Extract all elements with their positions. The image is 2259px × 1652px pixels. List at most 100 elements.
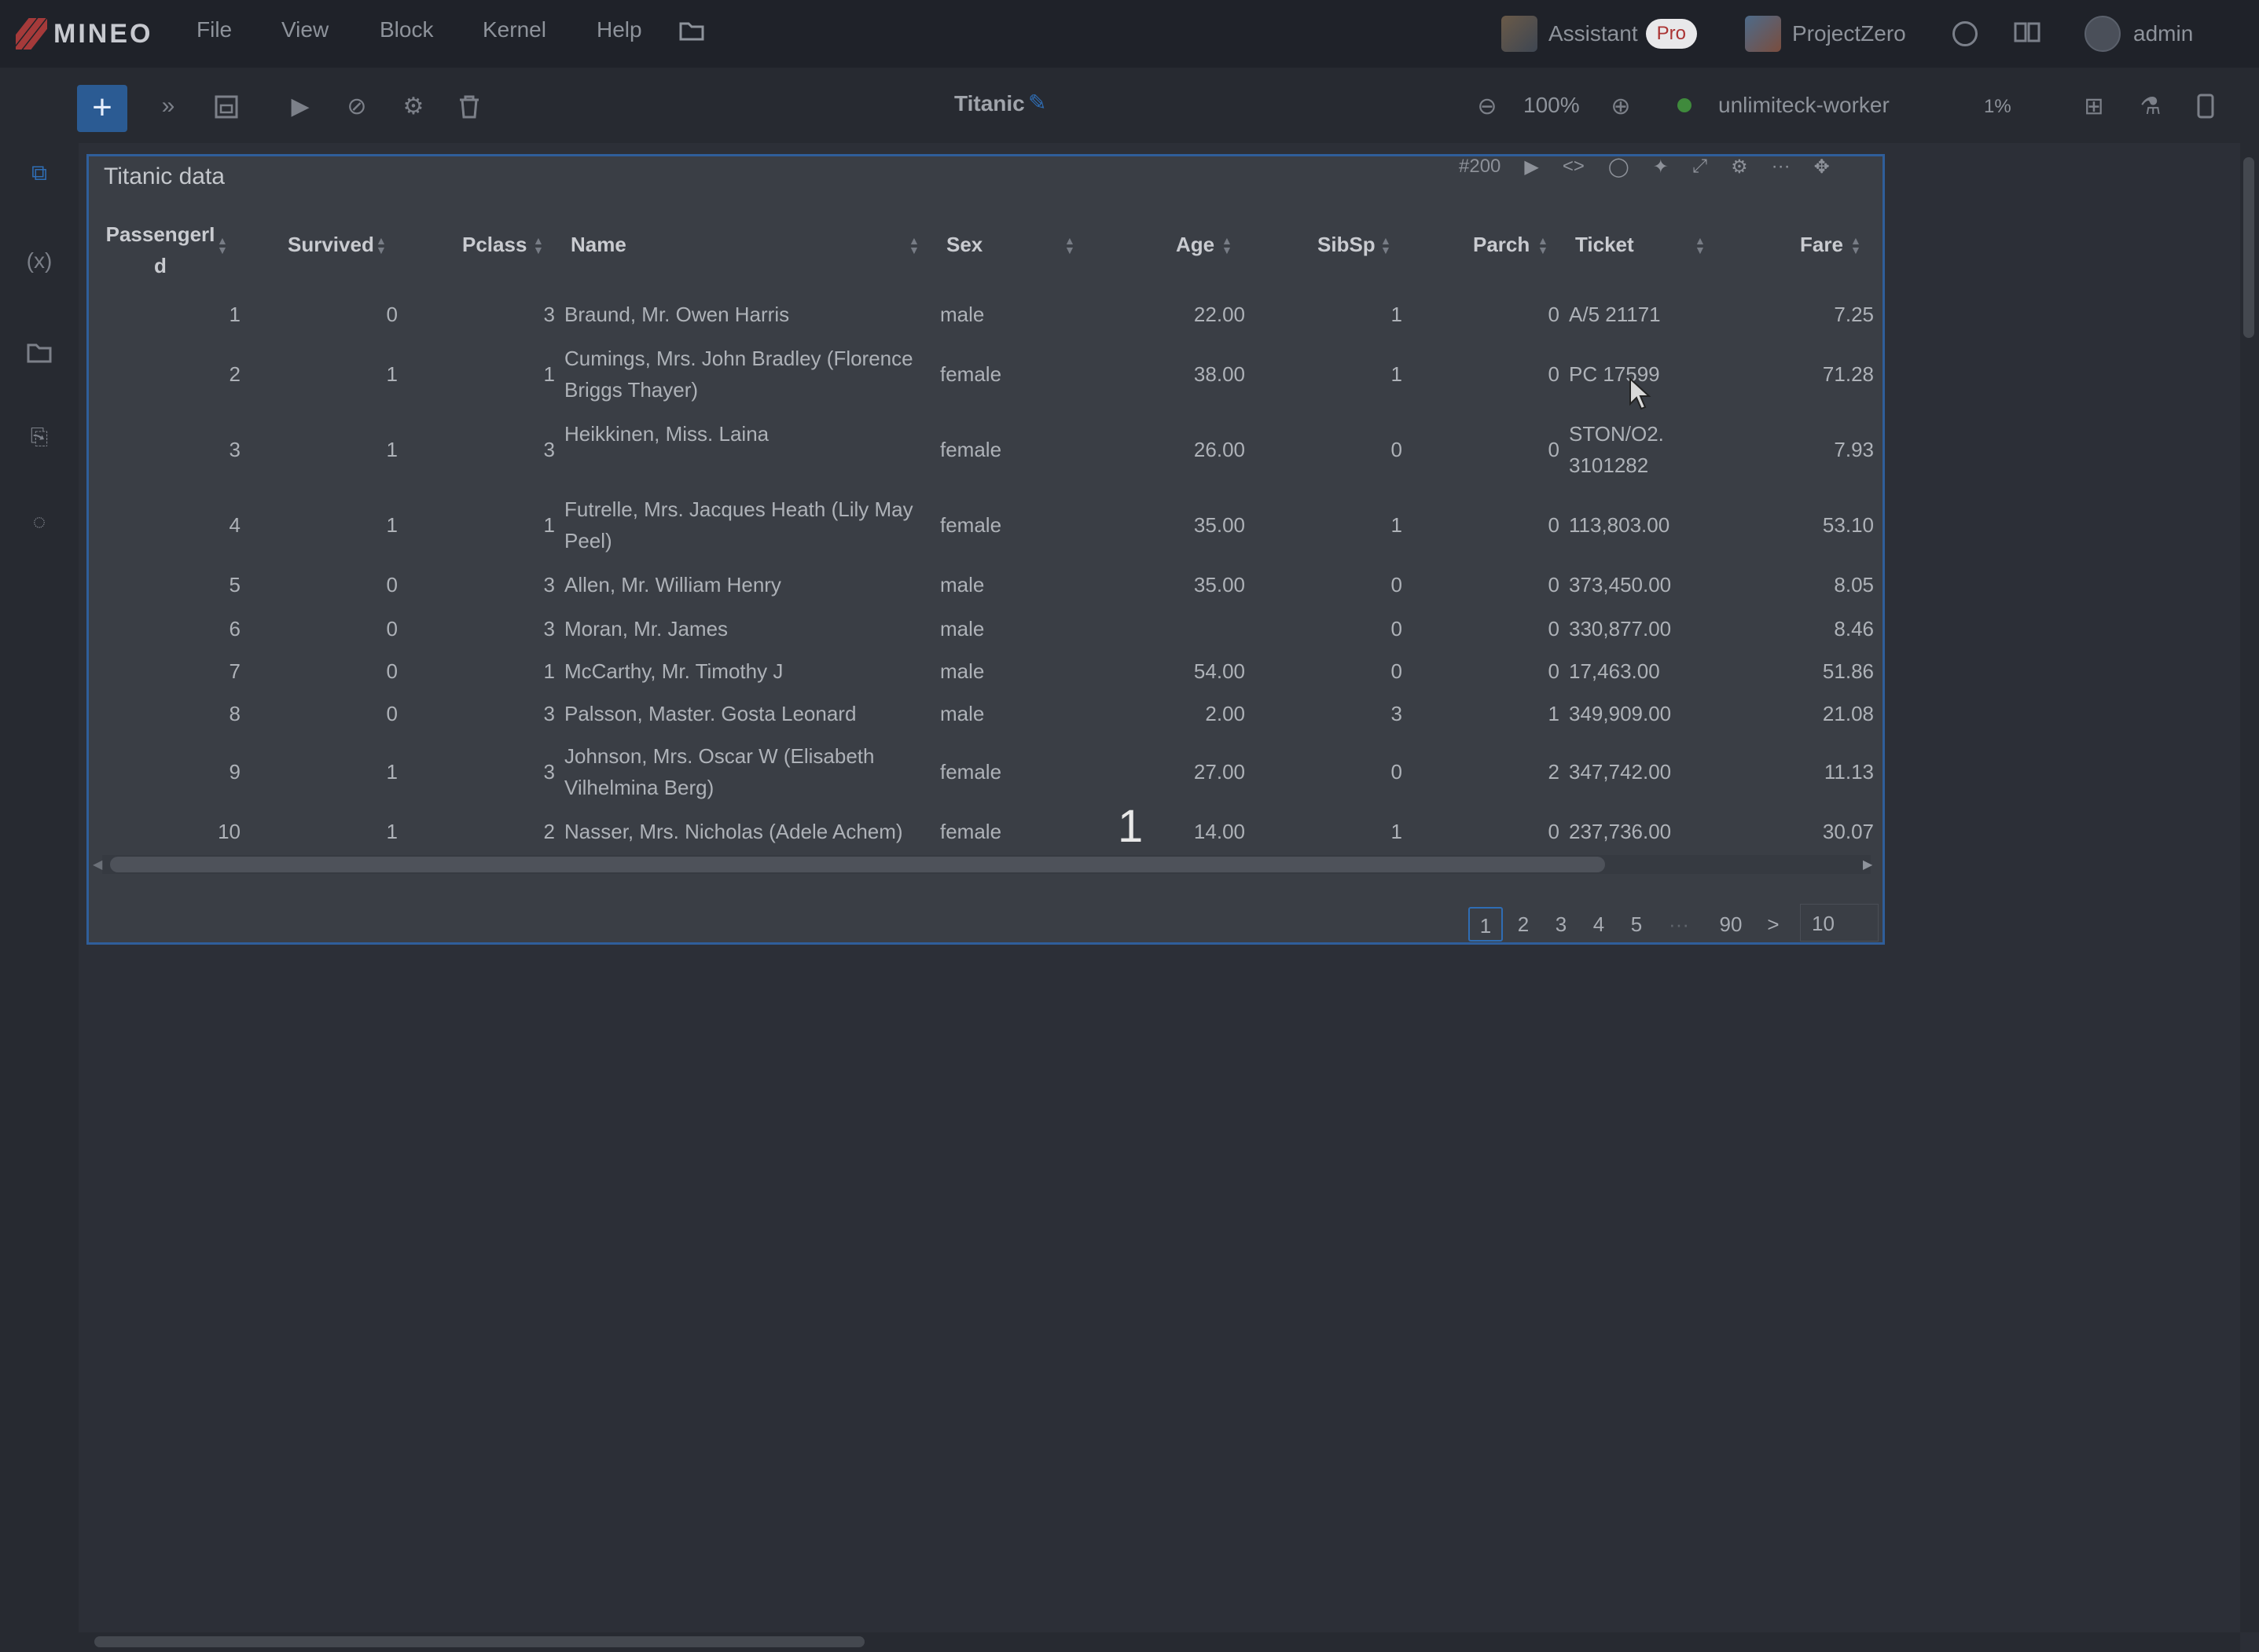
column-header-survived[interactable]: Survived: [288, 233, 374, 257]
page-size-select[interactable]: 10: [1800, 904, 1879, 942]
page-2[interactable]: 2: [1506, 907, 1541, 942]
zoom-out-icon[interactable]: ⊖: [1471, 93, 1503, 120]
trash-icon[interactable]: [457, 94, 481, 119]
add-block-button[interactable]: +: [77, 85, 127, 132]
settings-gear-icon[interactable]: ⚙: [398, 93, 429, 120]
column-header-name[interactable]: Name: [571, 233, 626, 257]
sort-parch-icon[interactable]: ▲ ▼: [1537, 235, 1548, 255]
stop-run-icon[interactable]: ⊘: [341, 93, 373, 120]
app-logo[interactable]: MINEO: [16, 16, 152, 52]
cell-passengerid: 4: [229, 513, 241, 537]
column-header-passengerid[interactable]: PassengerI d: [105, 218, 215, 281]
scroll-left-arrow-icon[interactable]: ◀: [93, 857, 102, 872]
blocks-panel-icon[interactable]: ⧉: [24, 160, 55, 186]
page-last[interactable]: 90: [1714, 907, 1748, 942]
column-header-pclass[interactable]: Pclass: [462, 233, 527, 257]
variables-icon[interactable]: (x): [24, 248, 55, 273]
project-selector[interactable]: ProjectZero: [1745, 13, 1906, 55]
page-1[interactable]: 1: [1468, 907, 1503, 942]
cell-survived: 0: [386, 702, 398, 725]
sort-pclass-icon[interactable]: ▲ ▼: [533, 235, 544, 255]
column-header-age[interactable]: Age: [1176, 233, 1214, 257]
canvas-horizontal-scroll-thumb[interactable]: [94, 1636, 865, 1647]
notebook-title[interactable]: Titanic: [954, 91, 1025, 116]
worker-name[interactable]: unlimiteck-worker: [1718, 93, 1890, 118]
cell-age: 35.00: [1193, 513, 1245, 537]
save-icon[interactable]: [214, 94, 239, 119]
menu-file[interactable]: File: [197, 17, 232, 42]
canvas-vertical-scrollbar[interactable]: [2240, 143, 2259, 1632]
run-icon[interactable]: ▶: [285, 93, 316, 120]
cell-survived: 1: [386, 362, 398, 386]
block-run-icon[interactable]: ▶: [1524, 156, 1538, 178]
cell-ticket: 349,909.00: [1569, 702, 1672, 725]
cell-survived: 1: [386, 513, 398, 537]
cell-ticket: 113,803.00: [1569, 513, 1670, 537]
column-header-fare[interactable]: Fare: [1800, 233, 1843, 257]
column-header-parch[interactable]: Parch: [1473, 233, 1530, 257]
sort-survived-icon[interactable]: ▲ ▼: [376, 235, 387, 255]
page-5[interactable]: 5: [1619, 907, 1654, 942]
cell-parch: 1: [1548, 702, 1559, 725]
table-horizontal-scroll-thumb[interactable]: [110, 857, 1605, 872]
user-menu[interactable]: admin: [2085, 13, 2193, 55]
scroll-right-arrow-icon[interactable]: ▶: [1863, 857, 1872, 872]
mobile-view-icon[interactable]: [2196, 93, 2215, 119]
cell-sex: female: [940, 438, 1002, 461]
folder-icon[interactable]: [27, 343, 52, 363]
sort-fare-icon[interactable]: ▲ ▼: [1850, 235, 1861, 255]
assistant-button[interactable]: Assistant Pro: [1501, 13, 1697, 55]
sort-sex-icon[interactable]: ▲ ▼: [1064, 235, 1075, 255]
cell-age: 27.00: [1193, 760, 1245, 784]
column-header-sibsp[interactable]: SibSp: [1317, 233, 1376, 257]
pro-badge: Pro: [1645, 19, 1697, 49]
cell-sex: female: [940, 760, 1002, 784]
menu-help[interactable]: Help: [597, 17, 642, 42]
cell-sex: female: [940, 513, 1002, 537]
sort-sibsp-icon[interactable]: ▲ ▼: [1380, 235, 1391, 255]
page-4[interactable]: 4: [1581, 907, 1616, 942]
cell-age: 22.00: [1193, 303, 1245, 326]
clipboard-icon[interactable]: ⎘: [24, 424, 55, 450]
more-icon[interactable]: ···: [1772, 156, 1791, 178]
canvas-vertical-scroll-thumb[interactable]: [2243, 157, 2254, 338]
zoom-in-icon[interactable]: ⊕: [1605, 93, 1636, 120]
comments-icon[interactable]: ◌: [24, 509, 55, 534]
flask-icon[interactable]: ⚗: [2135, 93, 2166, 120]
cell-passengerid: 9: [229, 760, 241, 784]
cell-passengerid: 2: [229, 362, 241, 386]
comment-icon[interactable]: ◯: [1608, 156, 1629, 178]
menu-block[interactable]: Block: [380, 17, 433, 42]
edit-title-icon[interactable]: ✎: [1028, 90, 1046, 116]
fullscreen-icon[interactable]: ⤢: [1692, 156, 1707, 178]
block-settings-icon[interactable]: ⚙: [1731, 156, 1748, 178]
code-icon[interactable]: <>: [1563, 156, 1585, 178]
menu-kernel[interactable]: Kernel: [483, 17, 546, 42]
next-page-button[interactable]: >: [1756, 907, 1791, 942]
run-all-icon[interactable]: »: [152, 93, 184, 119]
folder-open-icon[interactable]: [679, 19, 706, 42]
cell-fare: 11.13: [1824, 760, 1874, 784]
cell-name: Nasser, Mrs. Nicholas (Adele Achem): [564, 820, 903, 843]
column-header-ticket[interactable]: Ticket: [1575, 233, 1634, 257]
book-icon[interactable]: [2014, 20, 2040, 44]
sort-name-icon[interactable]: ▲ ▼: [909, 235, 920, 255]
grid-layout-icon[interactable]: ⊞: [2078, 93, 2110, 120]
chat-bubble-icon[interactable]: [1952, 13, 1978, 55]
block-title: Titanic data: [104, 163, 225, 189]
cell-fare: 51.86: [1822, 659, 1874, 683]
cell-parch: 0: [1548, 362, 1559, 386]
menu-view[interactable]: View: [281, 17, 329, 42]
zoom-level[interactable]: 100%: [1523, 93, 1580, 118]
page-3[interactable]: 3: [1544, 907, 1578, 942]
sort-passengerid-icon[interactable]: ▲ ▼: [217, 235, 228, 255]
sort-ticket-icon[interactable]: ▲ ▼: [1695, 235, 1706, 255]
page-ellipsis[interactable]: ···: [1662, 907, 1696, 942]
cell-passengerid: 7: [229, 659, 241, 683]
column-header-sex[interactable]: Sex: [946, 233, 983, 257]
move-icon[interactable]: ✥: [1814, 156, 1830, 178]
sort-age-icon[interactable]: ▲ ▼: [1221, 235, 1232, 255]
magic-wand-icon[interactable]: ✦: [1653, 156, 1669, 178]
cell-pclass: 2: [543, 820, 555, 843]
cell-name: McCarthy, Mr. Timothy J: [564, 659, 784, 683]
